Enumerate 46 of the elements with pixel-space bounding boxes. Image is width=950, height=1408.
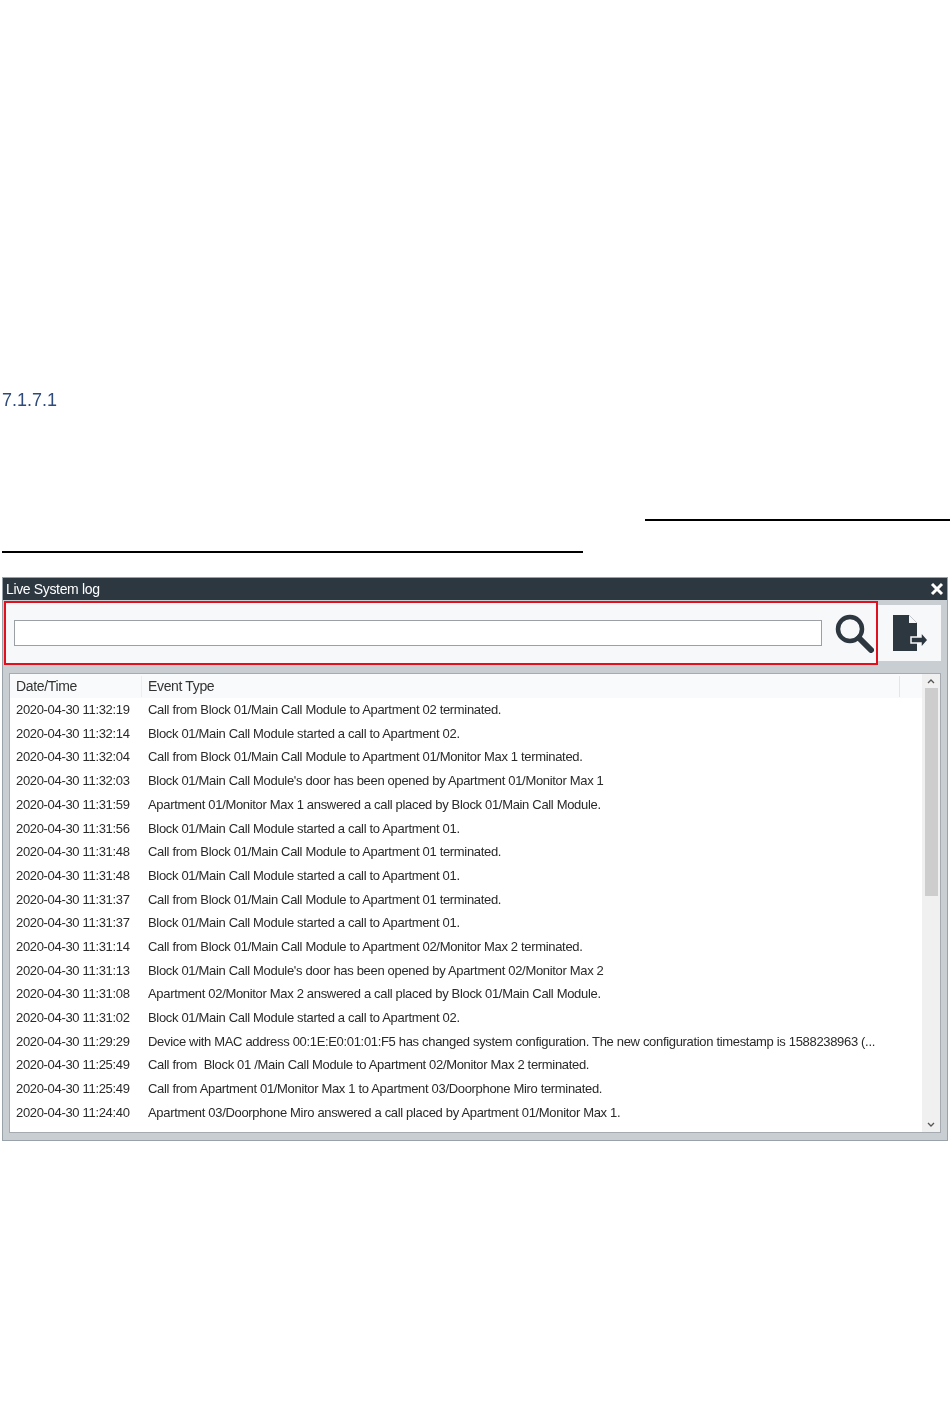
- date-time-cell-text: 2020-04-30 11:31:08: [15, 985, 131, 1004]
- event-type-cell-text: Block 01/Main Call Module started a call to Apartment 02.: [147, 1009, 460, 1028]
- date-time-cell-text: 2020-04-30 11:31:13: [15, 961, 131, 980]
- date-time-cell-text: 2020-04-30 11:31:37: [15, 914, 131, 933]
- event-type-cell-text: Call from Block 01/Main Call Module to Apartment 01 terminated.: [147, 843, 502, 862]
- date-time-cell-text: 2020-04-30 11:31:48: [15, 866, 131, 885]
- date-time-cell-text: 2020-04-30 11:32:04: [15, 748, 131, 767]
- date-time-cell-text: 2020-04-30 11:29:29: [15, 1032, 131, 1051]
- event-type-cell-text: Block 01/Main Call Module started a call to Apartment 01.: [147, 914, 460, 933]
- event-type-cell-text: Call from Block 01/Main Call Module to Apartment 02/Monitor Max 2 terminated.: [147, 937, 583, 956]
- event-type-cell-text: Call from Block 01/Main Call Module to Apartment 01 terminated.: [147, 890, 502, 909]
- event-type-cell-text: Call from Block 01 /Main Call Module to Apartment 02/Monitor Max 2 terminated.: [147, 1056, 590, 1075]
- search-field[interactable]: [14, 620, 822, 646]
- column-header[interactable]: Event Type: [142, 675, 900, 697]
- date-time-cell-text: 2020-04-30 11:31:37: [15, 890, 131, 909]
- event-type-cell-text: Call from Apartment 01/Monitor Max 1 to Apartment 03/Doorphone Miro terminated.: [147, 1080, 603, 1099]
- column-header[interactable]: Date/Time: [10, 675, 142, 697]
- event-type-cell-text: Apartment 01/Monitor Max 1 answered a call placed by Block 01/Main Call Module.: [147, 795, 601, 814]
- close-icon[interactable]: [930, 582, 944, 596]
- date-time-cell-text: 2020-04-30 11:31:02: [15, 1009, 131, 1028]
- file-export-icon[interactable]: [890, 615, 929, 651]
- event-type-cell-text: Block 01/Main Call Module started a call to Apartment 01.: [147, 866, 460, 885]
- scrollbar-thumb[interactable]: [924, 688, 938, 896]
- window-title: Live System log: [6, 579, 100, 599]
- date-time-cell-text: 2020-04-30 11:31:59: [15, 795, 131, 814]
- date-time-cell-text: 2020-04-30 11:32:19: [15, 701, 131, 720]
- date-time-cell-text: 2020-04-30 11:31:48: [15, 843, 131, 862]
- event-type-cell-text: Apartment 03/Doorphone Miro answered a call placed by Apartment 01/Monitor Max 1.: [147, 1103, 621, 1122]
- date-time-cell-text: 2020-04-30 11:25:49: [15, 1056, 131, 1075]
- date-time-cell-text: 2020-04-30 11:31:14: [15, 937, 131, 956]
- date-time-cell-text: 2020-04-30 11:32:14: [15, 724, 131, 743]
- event-type-cell-text: Apartment 02/Monitor Max 2 answered a call placed by Block 01/Main Call Module.: [147, 985, 601, 1004]
- event-type-cell-text: Block 01/Main Call Module started a call to Apartment 01.: [147, 819, 460, 838]
- event-type-cell-text: Block 01/Main Call Module started a call to Apartment 02.: [147, 724, 460, 743]
- date-time-cell-text: 2020-04-30 11:24:40: [15, 1103, 131, 1122]
- date-time-cell-text: 2020-04-30 11:32:03: [15, 772, 131, 791]
- scrollbar[interactable]: [922, 674, 940, 1132]
- event-type-cell-text: Block 01/Main Call Module's door has been opened by Apartment 01/Monitor Max 1: [147, 772, 604, 791]
- event-type-cell-text: Device with MAC address 00:1E:E0:01:01:F5 has changed system configuration. The new configuration timestamp is 1588238963 (...: [147, 1032, 875, 1051]
- section-number: 7.1.7.1: [2, 389, 58, 412]
- event-type-cell-text: Call from Block 01/Main Call Module to Apartment 02 terminated.: [147, 701, 502, 720]
- search-icon[interactable]: [834, 613, 874, 653]
- event-type-cell-text: Call from Block 01/Main Call Module to Apartment 01/Monitor Max 1 terminated.: [147, 748, 583, 767]
- event-type-cell-text: Block 01/Main Call Module's door has been opened by Apartment 02/Monitor Max 2: [147, 961, 604, 980]
- date-time-cell-text: 2020-04-30 11:25:49: [15, 1080, 131, 1099]
- date-time-cell-text: 2020-04-30 11:31:56: [15, 819, 131, 838]
